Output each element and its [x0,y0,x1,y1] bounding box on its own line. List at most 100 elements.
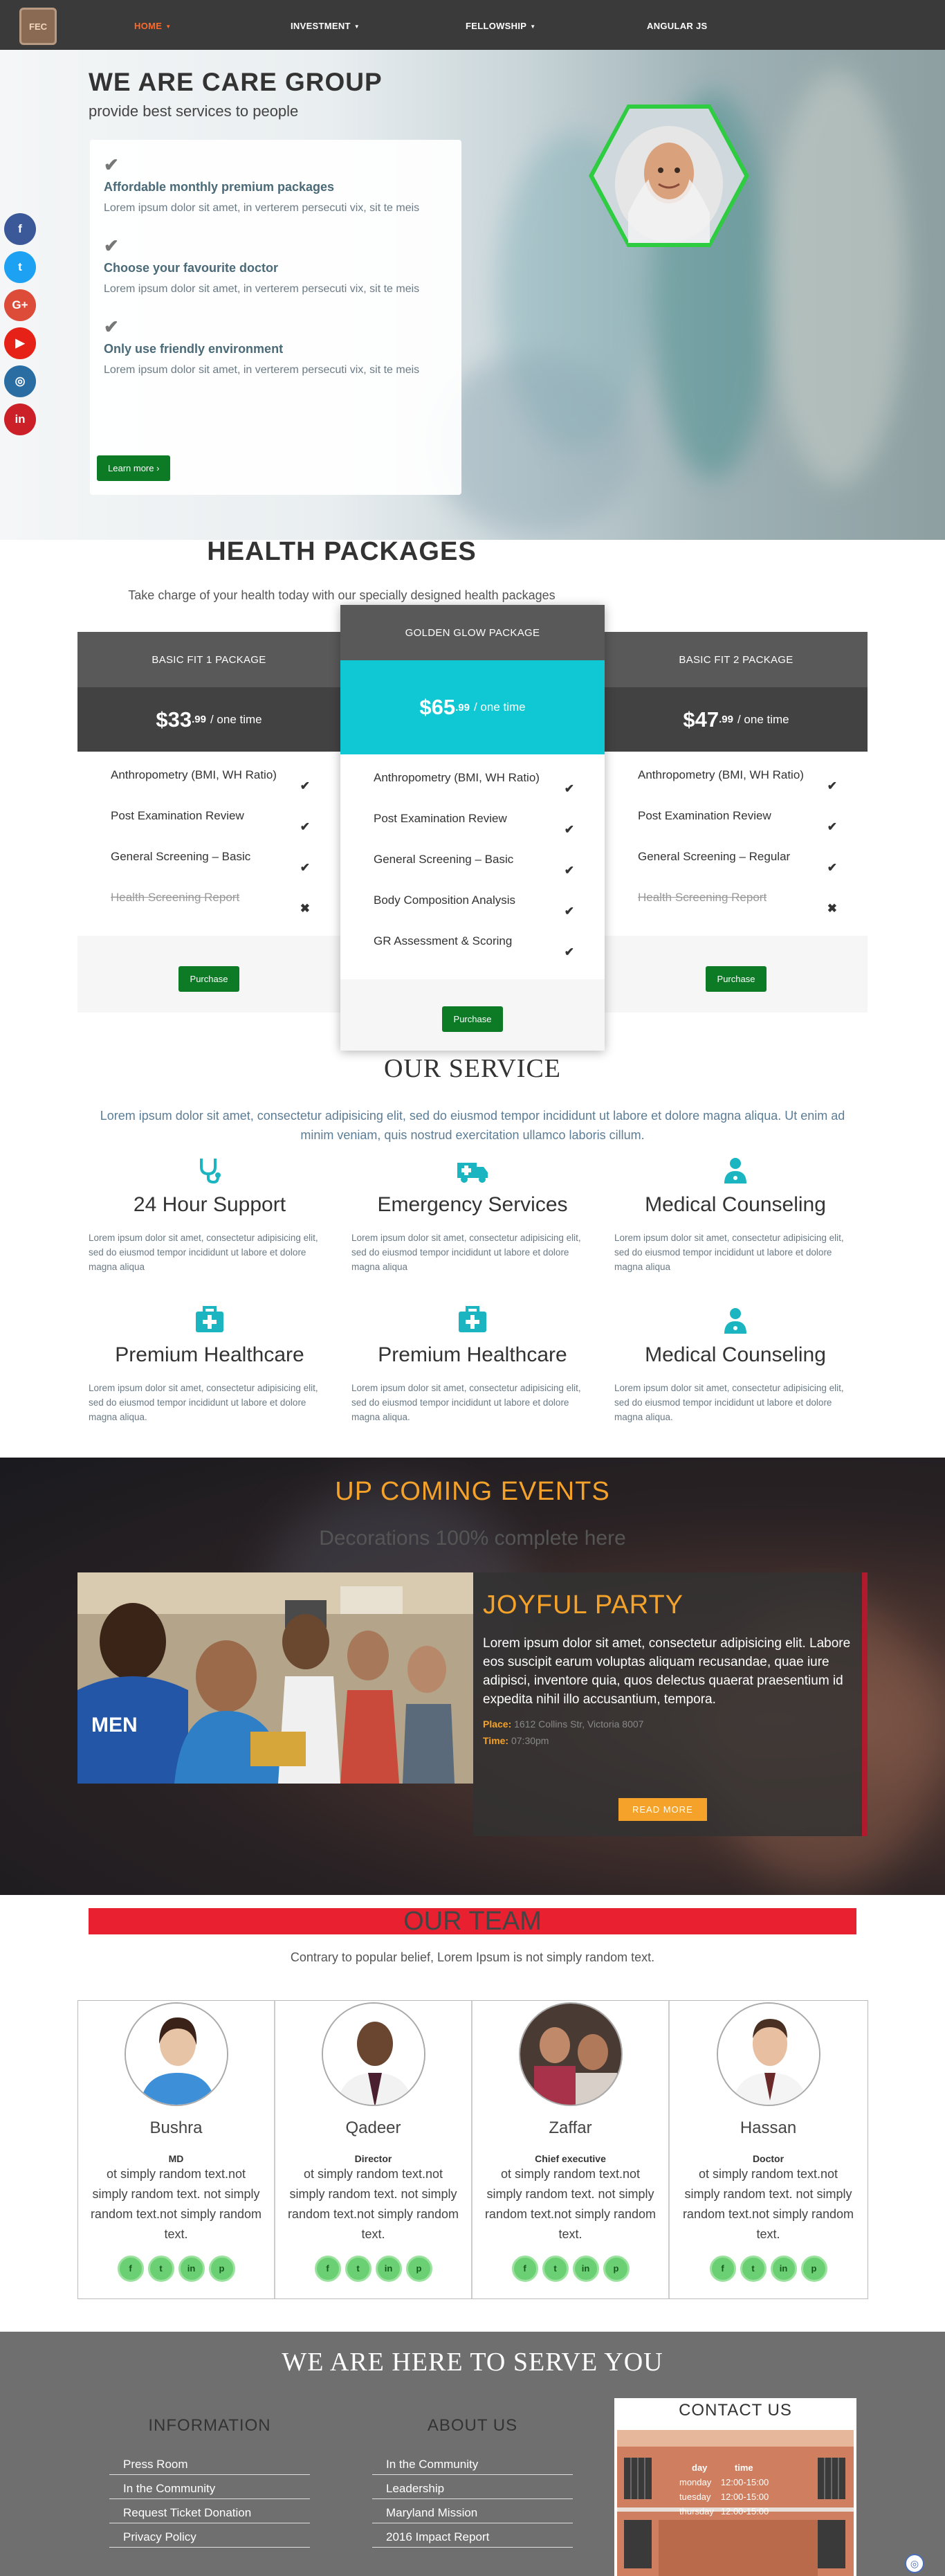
package-card-basic-fit-2: BASIC FIT 2 PACKAGE $47.99/ one time Ant… [605,632,868,1013]
avatar [124,2002,228,2106]
nav-label: ANGULAR JS [647,21,708,31]
footer-link-privacy-policy[interactable]: Privacy Policy [109,2528,310,2548]
pinterest-icon[interactable]: p [603,2256,630,2282]
events-subtitle: Decorations 100% complete here [319,1527,626,1550]
member-name: Bushra [149,2119,203,2137]
doctor-icon [614,1156,856,1186]
twitter-icon[interactable]: t [147,2256,174,2282]
footer-link-maryland-mission[interactable]: Maryland Mission [372,2503,573,2523]
package-name: BASIC FIT 2 PACKAGE [605,632,868,687]
footer-title: WE ARE HERE TO SERVE YOU [282,2348,663,2377]
event-time: 07:30pm [511,1735,549,1746]
footer-link-impact-report[interactable]: 2016 Impact Report [372,2528,573,2548]
pinterest-icon[interactable]: p [405,2256,432,2282]
feature-text: Lorem ipsum dolor sit amet, in verterem … [104,283,420,295]
service-title: OUR SERVICE [383,1054,562,1083]
service-text: Lorem ipsum dolor sit amet, consectetur … [351,1233,581,1272]
package-feature-list: Anthropometry (BMI, WH Ratio) ✔ Post Exami… [77,752,340,936]
footer-information-column: INFORMATION Press Room In the Community … [109,2416,310,2552]
team-member-card: Qadeer Director ot simply random text.not … [275,2001,472,2298]
package-feature: Anthropometry (BMI, WH Ratio) ✔ [374,768,574,809]
purchase-button[interactable]: Purchase [178,966,240,992]
contact-box: CONTACT US day time monday 12:00-15:00 t… [614,2398,856,2576]
stethoscope-icon [89,1156,331,1186]
facebook-icon[interactable]: f [709,2256,736,2282]
youtube-icon[interactable]: ▶ [4,327,36,359]
read-more-button[interactable]: READ MORE [618,1798,707,1821]
feature-title: Only use friendly environment [104,342,284,356]
linkedin-icon[interactable]: in [572,2256,599,2282]
medkit-icon [351,1306,594,1336]
nav-item-fellowship[interactable]: FELLOWSHIP ▼ [466,21,535,31]
nav-item-investment[interactable]: INVESTMENT ▼ [291,21,360,31]
feature-text: Post Examination Review [111,809,244,822]
event-card: JOYFUL PARTY Lorem ipsum dolor sit amet,… [473,1572,868,1836]
linkedin-icon[interactable]: in [375,2256,402,2282]
cross-icon: ✖ [300,902,310,915]
footer-link-ticket-donation[interactable]: Request Ticket Donation [109,2503,310,2523]
feature-text: General Screening – Basic [374,853,514,866]
nav-label: FELLOWSHIP [466,21,527,31]
event-photo: MEN [77,1572,473,1784]
facebook-icon[interactable]: f [314,2256,341,2282]
twitter-icon[interactable]: t [542,2256,569,2282]
service-title: Premium Healthcare [378,1343,567,1366]
instagram-icon[interactable]: ◎ [4,365,36,397]
avatar [321,2002,425,2106]
facebook-icon[interactable]: f [4,213,36,245]
learn-more-button[interactable]: Learn more › [97,455,171,481]
service-card: Emergency Services Lorem ipsum dolor sit … [351,1156,594,1274]
check-icon: ✔ [300,820,310,833]
twitter-icon[interactable]: t [345,2256,371,2282]
linkedin-icon[interactable]: in [770,2256,797,2282]
feature-title: Affordable monthly premium packages [104,180,335,194]
pinterest-icon[interactable]: p [208,2256,235,2282]
site-logo[interactable]: FEC [19,8,57,45]
package-price: $65.99/ one time [340,660,605,754]
member-bio: ot simply random text.not simply random … [682,2167,854,2241]
facebook-icon[interactable]: f [511,2256,538,2282]
twitter-icon[interactable]: t [740,2256,767,2282]
linkedin-icon[interactable]: in [178,2256,205,2282]
package-feature: General Screening – Basic ✔ [111,847,310,888]
service-title: Emergency Services [377,1193,568,1216]
member-bio: ot simply random text.not simply random … [90,2167,262,2241]
member-role: Director [354,2153,392,2164]
twitter-icon[interactable]: t [4,251,36,283]
nav-item-angular-js[interactable]: ANGULAR JS [647,21,708,31]
footer-link-press-room[interactable]: Press Room [109,2455,310,2475]
team-grid: Bushra MD ot simply random text.not simply… [77,2000,868,2299]
check-icon: ✔ [564,864,574,877]
hours-time: 12:00-15:00 [720,2477,769,2487]
footer-link-community[interactable]: In the Community [109,2479,310,2499]
package-feature: Post Examination Review ✔ [111,806,310,847]
purchase-button[interactable]: Purchase [441,1006,504,1032]
hero-feature-card: ✔ Affordable monthly premium packages Lo… [90,140,461,495]
feature-text: Health Screening Report [638,891,767,904]
footer-about-column: ABOUT US In the Community Leadership Mar… [372,2416,573,2552]
service-title: Premium Healthcare [115,1343,304,1366]
hours-day: tuesday [679,2492,711,2502]
top-navbar: FEC HOME ▼ INVESTMENT ▼ FELLOWSHIP ▼ ANGULA… [0,0,945,50]
nav-item-home[interactable]: HOME ▼ [134,21,171,31]
back-to-top-icon[interactable]: ◎ [905,2554,924,2573]
feature-text: GR Assessment & Scoring [374,934,513,947]
purchase-button[interactable]: Purchase [705,966,767,992]
footer-link-leadership[interactable]: Leadership [372,2479,573,2499]
footer-link-community[interactable]: In the Community [372,2455,573,2475]
svg-text:MEN: MEN [91,1714,138,1736]
pinterest-icon[interactable]: p [800,2256,827,2282]
member-social-links: f t in p [670,2256,867,2282]
team-subtitle: Contrary to popular belief, Lorem Ipsum … [290,1950,655,1964]
events-title: UP COMING EVENTS [335,1477,610,1506]
feature-text: Post Examination Review [374,812,507,825]
package-price: $47.99/ one time [605,687,868,752]
feature-text: Anthropometry (BMI, WH Ratio) [374,771,540,784]
package-card-basic-fit-1: BASIC FIT 1 PACKAGE $33.99/ one time Ant… [77,632,340,1013]
package-feature: General Screening – Basic ✔ [374,850,574,891]
hours-header-time: time [734,2462,753,2473]
pinterest-icon[interactable]: in [4,403,36,435]
place-label: Place: [483,1718,512,1730]
google-plus-icon[interactable]: G+ [4,289,36,321]
facebook-icon[interactable]: f [117,2256,144,2282]
